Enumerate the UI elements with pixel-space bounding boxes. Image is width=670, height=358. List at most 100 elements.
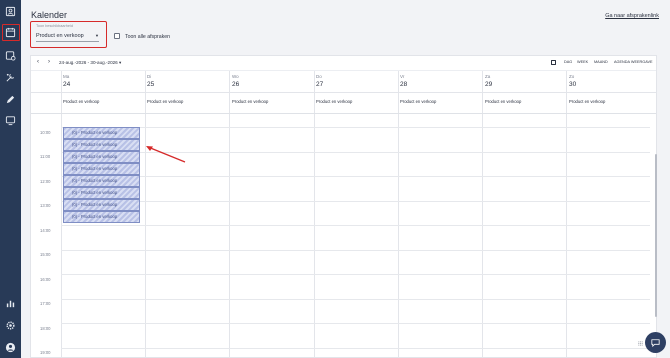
appointment-block[interactable]: (0) - Product en verkoop [63,199,140,211]
tools-icon[interactable] [4,71,17,84]
day-name: Do [316,74,322,79]
stats-icon[interactable] [4,297,17,310]
day-name: Vr [400,74,405,79]
appointment-label: (0) - Product en verkoop [72,190,118,195]
monitor-icon[interactable] [4,114,17,127]
day-schedule-label: Product en verkoop [63,99,100,104]
day-name: Wo [232,74,239,79]
calendar-week-view: ‹ › 24-aug.-2026 - 30-aug.-2026 ▾ DAG WE… [30,55,657,358]
select-underline [36,41,99,42]
page-title: Kalender [31,10,68,20]
appointment-label: (0) - Product en verkoop [72,142,118,147]
day-divider [145,71,146,357]
hour-label: 10:00 [40,130,51,135]
day-divider [229,71,230,357]
day-name: Zo [569,74,575,79]
day-schedule-label: Product en verkoop [485,99,522,104]
day-name: Di [147,74,152,79]
settings-icon[interactable] [4,319,17,332]
appointment-icon[interactable] [4,49,17,62]
availability-select[interactable]: Toon beschikbaarheid Product en verkoop … [30,21,107,48]
contact-icon[interactable] [4,5,17,18]
hour-line [61,250,650,251]
appointment-label: (0) - Product en verkoop [72,178,118,183]
chat-button[interactable] [645,332,666,353]
hour-label: 17:00 [40,301,51,306]
date-range-label: 24-aug.-2026 - 30-aug.-2026 [59,60,118,65]
vertical-scrollbar[interactable] [655,154,657,317]
hour-line [61,274,650,275]
hour-line [61,201,650,202]
view-day-button[interactable]: DAG [564,60,572,64]
day-schedule-label: Product en verkoop [147,99,184,104]
hour-label: 11:00 [40,154,51,159]
day-number[interactable]: 30 [569,81,576,88]
appointment-block[interactable]: (0) - Product en verkoop [63,175,140,187]
appointment-block[interactable]: (0) - Product en verkoop [63,163,140,175]
calendar-icon[interactable] [4,26,17,39]
appointment-block[interactable]: (0) - Product en verkoop [63,127,140,139]
hour-label: 16:00 [40,277,51,282]
hour-line [61,348,650,349]
chevron-right-icon[interactable]: › [48,59,50,65]
view-agenda-button[interactable]: AGENDA WEERGAVE [614,60,653,64]
hour-label: 15:00 [40,252,51,257]
appointment-block[interactable]: (0) - Product en verkoop [63,139,140,151]
appointment-link[interactable]: Ga naar afsprakenlink [605,13,659,19]
hour-line [61,127,650,128]
day-divider [482,71,483,357]
availability-select-label: Toon beschikbaarheid [36,24,73,28]
hour-line [61,323,650,324]
profile-icon[interactable] [4,341,17,354]
hour-label: 12:00 [40,179,51,184]
day-divider [61,71,62,357]
day-schedule-label: Product en verkoop [316,99,353,104]
day-schedule-label: Product en verkoop [232,99,269,104]
availability-select-value: Product en verkoop [36,33,84,39]
header-divider [31,70,656,71]
view-week-button[interactable]: WEEK [577,60,588,64]
annotation-arrow [146,146,186,163]
hour-label: 19:00 [40,350,51,355]
appointment-block[interactable]: (0) - Product en verkoop [63,151,140,163]
day-divider [566,71,567,357]
view-month-button[interactable]: MAAND [594,60,608,64]
day-number[interactable]: 28 [400,81,407,88]
sidebar [0,0,21,358]
appointment-label: (0) - Product en verkoop [72,130,118,135]
day-name: Ma [63,74,70,79]
hour-label: 18:00 [40,326,51,331]
day-divider [314,71,315,357]
hour-label: 13:00 [40,203,51,208]
day-divider [398,71,399,357]
appointment-label: (0) - Product en verkoop [72,214,118,219]
hour-line [61,225,650,226]
drag-dots-icon [638,341,643,346]
appointment-label: (0) - Product en verkoop [72,202,118,207]
appointment-block[interactable]: (0) - Product en verkoop [63,211,140,223]
appointment-label: (0) - Product en verkoop [72,166,118,171]
header-divider [31,92,656,93]
show-all-checkbox-label: Toon alle afspraken [125,34,170,40]
day-number[interactable]: 25 [147,81,154,88]
day-number[interactable]: 24 [63,81,70,88]
edit-icon[interactable] [4,93,17,106]
day-schedule-label: Product en verkoop [400,99,437,104]
day-number[interactable]: 29 [485,81,492,88]
chevron-down-icon: ▼ [95,33,99,38]
day-name: Za [485,74,491,79]
hour-line [61,299,650,300]
hour-label: 14:00 [40,228,51,233]
header-divider [31,113,656,114]
date-range-select[interactable]: 24-aug.-2026 - 30-aug.-2026 ▾ [59,60,121,66]
appointment-block[interactable]: (0) - Product en verkoop [63,187,140,199]
day-number[interactable]: 27 [316,81,323,88]
today-calendar-icon[interactable] [551,60,556,65]
hour-line [61,176,650,177]
day-number[interactable]: 26 [232,81,239,88]
show-all-checkbox[interactable] [114,33,120,39]
day-schedule-label: Product en verkoop [569,99,606,104]
chevron-left-icon[interactable]: ‹ [37,59,39,65]
chat-icon [651,339,660,348]
appointment-label: (0) - Product en verkoop [72,154,118,159]
